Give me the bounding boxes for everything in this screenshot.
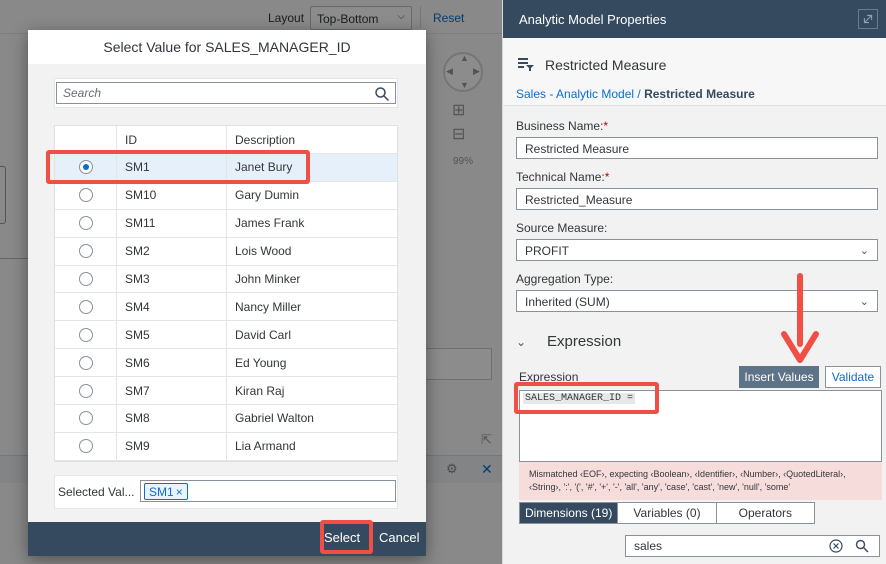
row-description: John Minker xyxy=(235,272,301,286)
row-radio-button[interactable] xyxy=(78,439,93,454)
row-id: SM8 xyxy=(117,405,227,432)
row-id: SM11 xyxy=(117,209,227,237)
row-radio-button[interactable] xyxy=(78,244,93,259)
annotation-arrow-icon xyxy=(781,273,819,363)
row-radio-button[interactable] xyxy=(78,355,93,370)
row-id: SM7 xyxy=(117,377,227,405)
expression-error-message: Mismatched ‹EOF›, expecting ‹Boolean›, ‹… xyxy=(519,462,882,500)
insert-values-button[interactable]: Insert Values xyxy=(739,366,819,388)
breadcrumb-separator: / xyxy=(634,87,645,101)
row-radio-button[interactable] xyxy=(78,411,93,426)
row-id: SM3 xyxy=(117,265,227,293)
row-description: James Frank xyxy=(235,216,305,231)
row-id: SM9 xyxy=(117,432,227,460)
table-row[interactable]: SM6 Ed Young xyxy=(55,349,397,378)
technical-name-label: Technical Name:* xyxy=(516,170,610,184)
row-description: Lia Armand xyxy=(235,439,296,454)
expand-icon[interactable] xyxy=(858,9,878,29)
table-row[interactable]: SM9 Lia Armand xyxy=(55,432,397,461)
business-name-field[interactable]: Restricted Measure xyxy=(516,137,878,159)
table-row[interactable]: SM8 Gabriel Walton xyxy=(55,405,397,433)
table-row[interactable]: SM3 John Minker xyxy=(55,265,397,294)
token-remove-icon[interactable]: × xyxy=(176,485,183,499)
clear-icon[interactable] xyxy=(829,539,843,553)
restricted-measure-icon xyxy=(518,58,534,71)
table-row[interactable]: SM10 Gary Dumin xyxy=(55,181,397,210)
section-collapse-icon[interactable]: ⌄ xyxy=(516,335,526,349)
row-description: Gary Dumin xyxy=(235,188,300,203)
dialog-title: Select Value for SALES_MANAGER_ID xyxy=(103,39,351,55)
row-description: Nancy Miller xyxy=(235,299,302,314)
technical-name-field[interactable]: Restricted_Measure xyxy=(516,188,878,210)
column-header-id[interactable]: ID xyxy=(117,126,227,153)
table-row[interactable]: SM2 Lois Wood xyxy=(55,237,397,266)
aggregation-type-select[interactable]: Inherited (SUM) ⌄ xyxy=(516,290,878,312)
highlight-selected-row xyxy=(46,150,310,184)
panel-title: Analytic Model Properties xyxy=(519,12,667,27)
panel-header: Analytic Model Properties xyxy=(503,0,886,38)
table-row[interactable]: SM11 James Frank xyxy=(55,209,397,238)
breadcrumb: Sales - Analytic Model / Restricted Meas… xyxy=(516,87,755,101)
tab-variables[interactable]: Variables (0) xyxy=(618,503,717,523)
properties-panel: Analytic Model Properties Restricted Mea… xyxy=(502,0,886,564)
row-description: Gabriel Walton xyxy=(235,411,314,426)
breadcrumb-link[interactable]: Sales - Analytic Model xyxy=(516,87,634,101)
cancel-button[interactable]: Cancel xyxy=(379,530,419,545)
row-description: Lois Wood xyxy=(235,244,292,259)
row-id: SM5 xyxy=(117,321,227,349)
aggregation-type-label: Aggregation Type: xyxy=(516,272,614,286)
row-radio-button[interactable] xyxy=(78,272,93,286)
object-name: Restricted Measure xyxy=(545,57,667,73)
table-body: SM1 Janet Bury SM10 Gary Dumin SM11 James Fra… xyxy=(55,154,397,461)
row-radio-button[interactable] xyxy=(78,383,93,398)
search-icon[interactable] xyxy=(855,539,869,553)
expression-section-title[interactable]: Expression xyxy=(547,333,621,350)
select-value-dialog: Select Value for SALES_MANAGER_ID ID Des… xyxy=(28,30,426,556)
row-id: SM6 xyxy=(117,349,227,377)
highlight-select-button xyxy=(320,520,373,554)
table-row[interactable]: SM4 Nancy Miller xyxy=(55,293,397,322)
tab-dimensions[interactable]: Dimensions (19) xyxy=(520,503,619,523)
selected-values-label: Selected Val... xyxy=(58,485,135,499)
row-description: Kiran Raj xyxy=(235,383,285,398)
source-measure-select[interactable]: PROFIT ⌄ xyxy=(516,239,878,261)
table-row[interactable]: SM7 Kiran Raj xyxy=(55,377,397,406)
highlight-expression xyxy=(514,382,659,414)
row-id: SM4 xyxy=(117,293,227,321)
breadcrumb-current: Restricted Measure xyxy=(644,87,755,101)
business-name-label: Business Name:* xyxy=(516,119,609,133)
validate-button[interactable]: Validate xyxy=(825,366,881,388)
tab-operators[interactable]: Operators xyxy=(717,503,814,523)
selected-token[interactable]: SM1 × xyxy=(144,483,188,500)
row-description: David Carl xyxy=(235,327,292,342)
search-icon[interactable] xyxy=(374,86,390,102)
row-radio-button[interactable] xyxy=(78,216,93,231)
table-row[interactable]: SM5 David Carl xyxy=(55,321,397,350)
chevron-down-icon: ⌄ xyxy=(859,296,869,308)
row-id: SM10 xyxy=(117,181,227,209)
row-radio-button[interactable] xyxy=(78,188,93,203)
source-measure-label: Source Measure: xyxy=(516,221,608,235)
expression-tabs: Dimensions (19) Variables (0) Operators xyxy=(519,502,815,524)
row-description: Ed Young xyxy=(235,355,287,370)
row-id: SM2 xyxy=(117,237,227,265)
column-header-description[interactable]: Description xyxy=(227,126,397,153)
row-radio-button[interactable] xyxy=(78,299,93,314)
search-input[interactable] xyxy=(56,82,396,104)
chevron-down-icon: ⌄ xyxy=(859,245,869,257)
row-radio-button[interactable] xyxy=(78,327,93,342)
